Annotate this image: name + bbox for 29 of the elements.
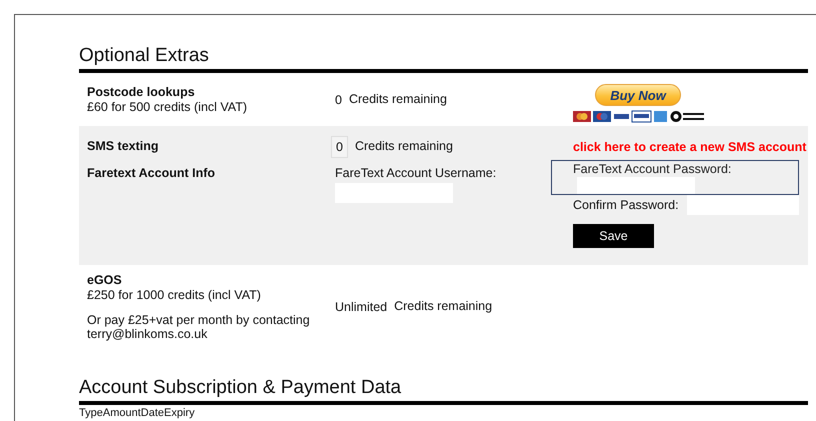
buy-now-button[interactable]: Buy Now	[595, 84, 681, 106]
field-label: FareText Account Username:	[335, 166, 498, 181]
product-name: SMS texting	[87, 139, 160, 154]
product-name: eGOS	[87, 273, 123, 288]
product-price: £60 for 500 credits (incl VAT)	[87, 100, 248, 114]
create-sms-account-link[interactable]: click here to create a new SMS account	[573, 140, 808, 154]
credits-label: Credits remaining	[348, 92, 447, 107]
payment-cards-icon	[573, 109, 705, 123]
column-heading: Expiry	[164, 407, 195, 420]
credits-count: Unlimited	[335, 300, 388, 314]
field-label: FareText Account Password:	[573, 162, 732, 177]
credits-field[interactable]: 0	[331, 136, 348, 158]
save-button[interactable]: Save	[573, 224, 654, 248]
column-heading: Amount	[102, 407, 141, 420]
credits-label: Credits remaining	[354, 139, 453, 154]
password-field[interactable]	[577, 177, 695, 194]
column-heading: Date	[140, 407, 164, 420]
product-price: £250 for 1000 credits (incl VAT)	[87, 288, 262, 302]
credits-count: 0	[335, 92, 342, 106]
section-label: Faretext Account Info	[87, 166, 216, 181]
section-heading: Optional Extras	[79, 45, 210, 68]
section-heading: Account Subscription & Payment Data	[79, 377, 402, 400]
contact-note: Or pay £25+vat per month by contacting	[87, 313, 311, 327]
confirm-password-field[interactable]	[686, 195, 799, 215]
field-label: Confirm Password:	[573, 198, 679, 212]
column-heading: Type	[79, 407, 103, 420]
credits-label: Credits remaining	[394, 299, 492, 314]
product-name: Postcode lookups	[87, 85, 196, 100]
contact-note: terry@blinkoms.co.uk	[87, 327, 208, 341]
